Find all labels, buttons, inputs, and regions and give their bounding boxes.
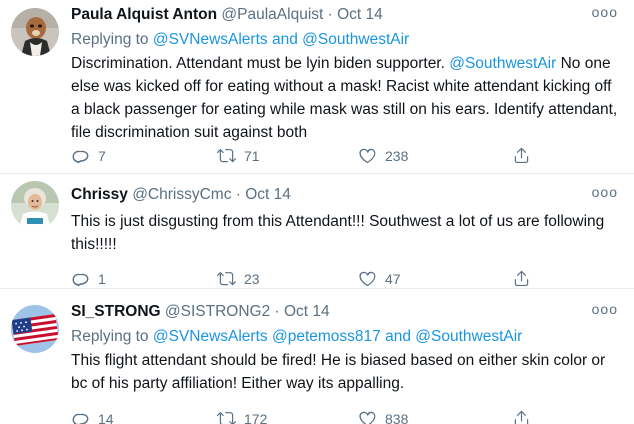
mention-conjunction[interactable]: and [385, 328, 411, 345]
tweet-actions: 7 71 238 [71, 146, 618, 168]
like-count: 47 [385, 270, 401, 287]
like-icon [358, 409, 377, 424]
reply-icon [71, 146, 90, 165]
avatar-paula[interactable] [11, 8, 59, 56]
reply-button[interactable]: 14 [71, 409, 114, 424]
reply-button[interactable]: 1 [71, 269, 106, 288]
tweet-content: Paula Alquist Anton @PaulaAlquist · Oct … [71, 4, 618, 164]
like-button[interactable]: 238 [358, 146, 408, 165]
reply-button[interactable]: 7 [71, 146, 106, 165]
like-icon [358, 146, 377, 165]
user-handle[interactable]: @SISTRONG2 [165, 303, 270, 320]
retweet-button[interactable]: 71 [217, 146, 260, 165]
reply-icon [71, 409, 90, 424]
retweet-count: 172 [244, 410, 268, 424]
more-options-icon[interactable]: ooo [592, 302, 618, 316]
retweet-icon [217, 269, 236, 288]
replying-to: Replying to @SVNewsAlerts and @Southwest… [71, 29, 618, 51]
reply-icon [71, 269, 90, 288]
tweet-si-strong[interactable]: SI_STRONG @SISTRONG2 · Oct 14 ooo Replyi… [0, 290, 634, 424]
tweet-text: This is just disgusting from this Attend… [71, 213, 605, 253]
mention-link[interactable]: @SouthwestAir [449, 55, 556, 72]
tweet-content: SI_STRONG @SISTRONG2 · Oct 14 ooo Replyi… [71, 301, 618, 424]
reply-count: 7 [98, 147, 106, 164]
separator-dot: · [327, 6, 333, 23]
share-icon [512, 409, 531, 424]
display-name[interactable]: Chrissy [71, 186, 128, 203]
mention-link[interactable]: @SVNewsAlerts [153, 328, 268, 345]
mention-conjunction[interactable]: and [272, 31, 298, 48]
tweet-text-part: Discrimination. Attendant must be lyin b… [71, 55, 450, 72]
reply-count: 14 [98, 410, 114, 424]
tweet-date[interactable]: Oct 14 [337, 6, 383, 23]
mention-link[interactable]: @petemoss817 [272, 328, 381, 345]
reply-count: 1 [98, 270, 106, 287]
separator-dot: · [235, 186, 241, 203]
retweet-button[interactable]: 23 [217, 269, 260, 288]
tweet-header: SI_STRONG @SISTRONG2 · Oct 14 [71, 301, 618, 323]
share-icon [512, 269, 531, 288]
share-button[interactable] [512, 146, 531, 165]
tweet-text: This flight attendant should be fired! H… [71, 352, 606, 392]
tweet-actions: 1 23 47 [71, 269, 618, 291]
user-handle[interactable]: @PaulaAlquist [221, 6, 323, 23]
mention-link[interactable]: @SouthwestAir [415, 328, 522, 345]
tweet-header: Chrissy @ChrissyCmc · Oct 14 [71, 184, 618, 206]
replying-to-label: Replying to [71, 328, 149, 345]
tweet-actions: 14 172 838 [71, 409, 618, 424]
more-options-icon[interactable]: ooo [592, 5, 618, 19]
display-name[interactable]: Paula Alquist Anton [71, 6, 217, 23]
replying-to: Replying to @SVNewsAlerts @petemoss817 a… [71, 326, 618, 348]
mention-link[interactable]: @SouthwestAir [302, 31, 409, 48]
retweet-button[interactable]: 172 [217, 409, 267, 424]
like-count: 238 [385, 147, 409, 164]
like-icon [358, 269, 377, 288]
share-button[interactable] [512, 409, 531, 424]
tweet-header: Paula Alquist Anton @PaulaAlquist · Oct … [71, 4, 618, 26]
display-name[interactable]: SI_STRONG [71, 303, 161, 320]
retweet-count: 71 [244, 147, 260, 164]
like-count: 838 [385, 410, 409, 424]
replying-to-label: Replying to [71, 31, 149, 48]
share-icon [512, 146, 531, 165]
like-button[interactable]: 838 [358, 409, 408, 424]
tweet-text: Discrimination. Attendant must be lyin b… [71, 52, 618, 144]
avatar-si-strong[interactable] [11, 305, 59, 353]
like-button[interactable]: 47 [358, 269, 401, 288]
tweet-content: Chrissy @ChrissyCmc · Oct 14 ooo This is… [71, 184, 618, 287]
tweet-date[interactable]: Oct 14 [245, 186, 291, 203]
mention-link[interactable]: @SVNewsAlerts [153, 31, 268, 48]
more-options-icon[interactable]: ooo [592, 185, 618, 199]
retweet-icon [217, 409, 236, 424]
separator-dot: · [274, 303, 280, 320]
tweet-date[interactable]: Oct 14 [284, 303, 330, 320]
tweet-paula[interactable]: Paula Alquist Anton @PaulaAlquist · Oct … [0, 0, 634, 174]
share-button[interactable] [512, 269, 531, 288]
user-handle[interactable]: @ChrissyCmc [132, 186, 231, 203]
reply-timeline: Paula Alquist Anton @PaulaAlquist · Oct … [0, 0, 634, 424]
retweet-count: 23 [244, 270, 260, 287]
tweet-chrissy[interactable]: Chrissy @ChrissyCmc · Oct 14 ooo This is… [0, 175, 634, 289]
retweet-icon [217, 146, 236, 165]
avatar-chrissy[interactable] [11, 181, 59, 229]
